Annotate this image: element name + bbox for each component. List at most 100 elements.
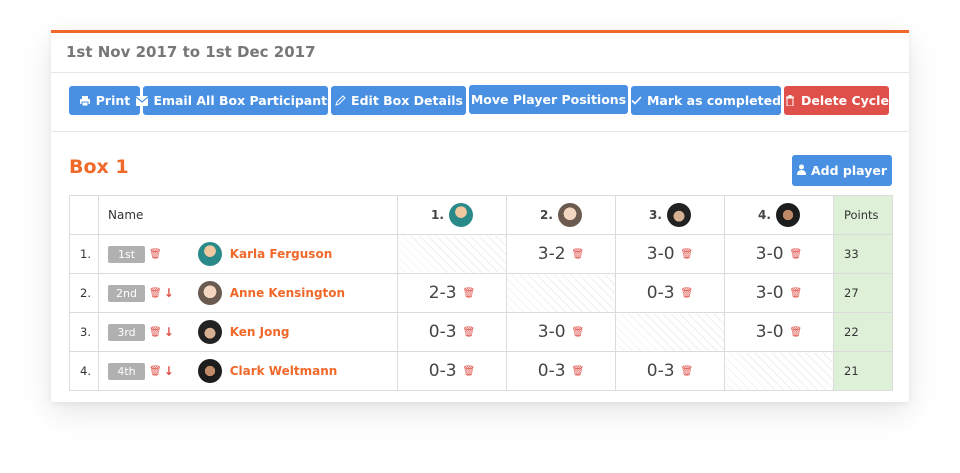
position-badge: 4th: [108, 362, 145, 380]
trash-icon[interactable]: 🗑: [790, 249, 803, 260]
printer-icon: [79, 95, 91, 107]
position-badge: 1st: [108, 245, 145, 263]
avatar: [197, 359, 222, 383]
header-player-3: 3.: [615, 195, 725, 235]
score-cell: 3-0 🗑: [615, 234, 725, 274]
header-player-4: 4.: [724, 195, 834, 235]
cycle-card: 1st Nov 2017 to 1st Dec 2017 Print Email…: [51, 30, 909, 402]
player-name-link[interactable]: Clark Weltmann: [230, 364, 338, 378]
cycle-title: 1st Nov 2017 to 1st Dec 2017: [51, 33, 909, 73]
add-player-button[interactable]: Add player: [792, 155, 892, 186]
score-cell-self: [397, 234, 507, 274]
row-number: 2.: [69, 273, 99, 313]
move-label: Move Player Positions: [470, 92, 627, 107]
trash-icon[interactable]: 🗑: [463, 366, 476, 377]
score-cell: 3-2 🗑: [506, 234, 616, 274]
trash-icon[interactable]: 🗑: [681, 249, 694, 260]
print-label: Print: [95, 93, 131, 108]
delete-cycle-button[interactable]: Delete Cycle: [784, 86, 889, 115]
player-cell: 4th 🗑 ↓ Clark Weltmann: [98, 351, 398, 391]
score-cell-self: [724, 351, 834, 391]
score-cell: 3-0 🗑: [724, 273, 834, 313]
print-button[interactable]: Print: [69, 86, 140, 115]
email-all-button[interactable]: Email All Box Participants: [136, 86, 335, 115]
table-row: 4. 4th 🗑 ↓ Clark Weltmann 0-3 🗑 0-3 🗑 0-3 🗑…: [69, 351, 893, 391]
player-cell: 3rd 🗑 ↓ Ken Jong: [98, 312, 398, 352]
trash-icon[interactable]: 🗑: [463, 327, 476, 338]
player-name-link[interactable]: Anne Kensington: [230, 286, 345, 300]
points-cell: 21: [833, 351, 893, 391]
points-cell: 27: [833, 273, 893, 313]
points-cell: 22: [833, 312, 893, 352]
position-badge: 3rd: [108, 323, 145, 341]
player-cell: 1st 🗑 Karla Ferguson: [98, 234, 398, 274]
trash-icon[interactable]: 🗑: [149, 288, 162, 299]
row-number: 3.: [69, 312, 99, 352]
header-name: Name: [98, 195, 398, 235]
score-cell: 2-3 🗑: [397, 273, 507, 313]
header-points: Points: [833, 195, 893, 235]
edit-box-button[interactable]: Edit Box Details: [331, 86, 466, 115]
trash-icon[interactable]: 🗑: [149, 366, 162, 377]
box-results-table: Name 1. 2. 3. 4. Points 1. 1st 🗑 Karla F…: [69, 195, 893, 391]
trash-icon[interactable]: 🗑: [149, 249, 162, 260]
trash-icon[interactable]: 🗑: [790, 288, 803, 299]
trash-icon[interactable]: 🗑: [681, 288, 694, 299]
trash-icon: [784, 95, 796, 107]
points-cell: 33: [833, 234, 893, 274]
trash-icon[interactable]: 🗑: [572, 249, 585, 260]
avatar: [448, 203, 473, 227]
trash-icon[interactable]: 🗑: [572, 327, 585, 338]
avatar: [775, 203, 800, 227]
trash-icon[interactable]: 🗑: [790, 327, 803, 338]
mark-completed-button[interactable]: Mark as completed: [631, 86, 781, 115]
avatar: [197, 320, 222, 344]
position-badge: 2nd: [108, 284, 145, 302]
score-cell-self: [506, 273, 616, 313]
score-cell: 3-0 🗑: [724, 312, 834, 352]
score-cell: 0-3 🗑: [397, 312, 507, 352]
arrow-down-icon[interactable]: ↓: [164, 286, 174, 300]
score-cell: 3-0 🗑: [724, 234, 834, 274]
trash-icon[interactable]: 🗑: [149, 327, 162, 338]
score-cell: 0-3 🗑: [397, 351, 507, 391]
score-cell: 0-3 🗑: [615, 273, 725, 313]
arrow-down-icon[interactable]: ↓: [164, 364, 174, 378]
envelope-icon: [136, 95, 149, 107]
move-positions-button[interactable]: Move Player Positions: [469, 85, 628, 114]
delete-label: Delete Cycle: [801, 93, 889, 108]
avatar: [666, 203, 691, 227]
complete-label: Mark as completed: [646, 93, 782, 108]
row-number: 1.: [69, 234, 99, 274]
score-cell-self: [615, 312, 725, 352]
player-name-link[interactable]: Ken Jong: [230, 325, 290, 339]
avatar: [197, 242, 222, 266]
email-label: Email All Box Participants: [153, 93, 335, 108]
score-cell: 0-3 🗑: [506, 351, 616, 391]
pencil-icon: [334, 95, 346, 107]
edit-label: Edit Box Details: [351, 93, 463, 108]
table-row: 1. 1st 🗑 Karla Ferguson 3-2 🗑 3-0 🗑 3-0 🗑 3…: [69, 234, 893, 274]
avatar: [557, 203, 582, 227]
table-row: 3. 3rd 🗑 ↓ Ken Jong 0-3 🗑 3-0 🗑 3-0 🗑 22: [69, 312, 893, 352]
arrow-down-icon[interactable]: ↓: [164, 325, 174, 339]
table-header-row: Name 1. 2. 3. 4. Points: [69, 195, 893, 235]
score-cell: 0-3 🗑: [615, 351, 725, 391]
avatar: [197, 281, 222, 305]
add-player-label: Add player: [811, 163, 887, 178]
user-icon: [797, 163, 806, 178]
row-number: 4.: [69, 351, 99, 391]
trash-icon[interactable]: 🗑: [681, 366, 694, 377]
header-player-1: 1.: [397, 195, 507, 235]
check-icon: [631, 95, 642, 107]
score-cell: 3-0 🗑: [506, 312, 616, 352]
trash-icon[interactable]: 🗑: [572, 366, 585, 377]
header-player-2: 2.: [506, 195, 616, 235]
header-number: [69, 195, 99, 235]
toolbar: Print Email All Box Participants Edit Bo…: [51, 73, 909, 132]
box-title: Box 1: [69, 156, 129, 178]
player-name-link[interactable]: Karla Ferguson: [230, 247, 333, 261]
player-cell: 2nd 🗑 ↓ Anne Kensington: [98, 273, 398, 313]
table-row: 2. 2nd 🗑 ↓ Anne Kensington 2-3 🗑 0-3 🗑 3-0…: [69, 273, 893, 313]
trash-icon[interactable]: 🗑: [463, 288, 476, 299]
